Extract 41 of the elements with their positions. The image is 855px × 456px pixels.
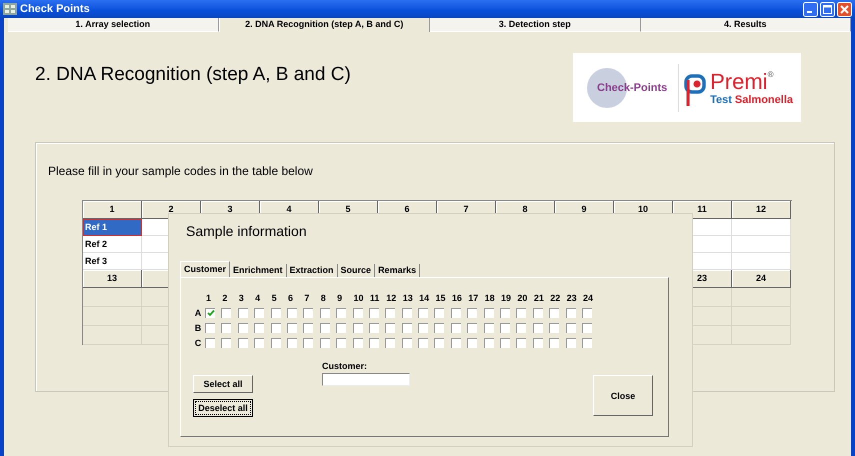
field-label: Customer: <box>322 361 368 371</box>
registered-mark: ® <box>768 70 774 78</box>
column-number: 6 <box>286 292 294 302</box>
column-number: 1 <box>205 292 212 302</box>
column-number: 9 <box>336 292 344 302</box>
column-number: 4 <box>254 292 262 302</box>
page-heading: 2. DNA Recognition (step A, B and C) <box>35 64 351 86</box>
column-number: 14 <box>418 292 430 302</box>
column-header: 13 <box>83 270 142 288</box>
column-number: 22 <box>549 292 562 302</box>
row-letter: C <box>194 338 202 348</box>
column-number: 8 <box>320 292 327 302</box>
row-letter: A <box>194 308 202 318</box>
column-number: 20 <box>516 292 528 302</box>
column-header: 12 <box>732 201 791 219</box>
row-letter: B <box>194 322 202 332</box>
column-number: 12 <box>385 292 398 302</box>
column-number: 24 <box>582 292 594 302</box>
column-number: 5 <box>270 292 278 302</box>
column-number: 16 <box>450 292 463 302</box>
column-header: 24 <box>732 270 791 288</box>
column-header: 1 <box>83 201 142 219</box>
logo-text: Check-Points <box>597 82 668 94</box>
instruction-text: Please fill in your sample codes in the table below <box>48 164 314 178</box>
column-number: 23 <box>566 292 578 302</box>
window-title: Check Points <box>20 3 90 15</box>
column-number: 18 <box>484 292 496 302</box>
column-number: 15 <box>434 292 446 302</box>
column-number: 19 <box>500 292 512 302</box>
column-number: 10 <box>352 292 365 302</box>
column-number: 7 <box>303 292 310 302</box>
column-number: 17 <box>467 292 480 302</box>
column-number: 21 <box>532 292 545 302</box>
dialog-title: Sample information <box>186 223 308 239</box>
column-number: 11 <box>368 292 380 302</box>
column-number: 2 <box>221 292 228 302</box>
logo-subtitle: Test <box>710 94 732 106</box>
column-number: 13 <box>402 292 414 302</box>
column-number: 3 <box>238 292 245 302</box>
logo-subtitle: Salmonella <box>734 94 793 106</box>
logo-text: Premi <box>710 70 768 94</box>
